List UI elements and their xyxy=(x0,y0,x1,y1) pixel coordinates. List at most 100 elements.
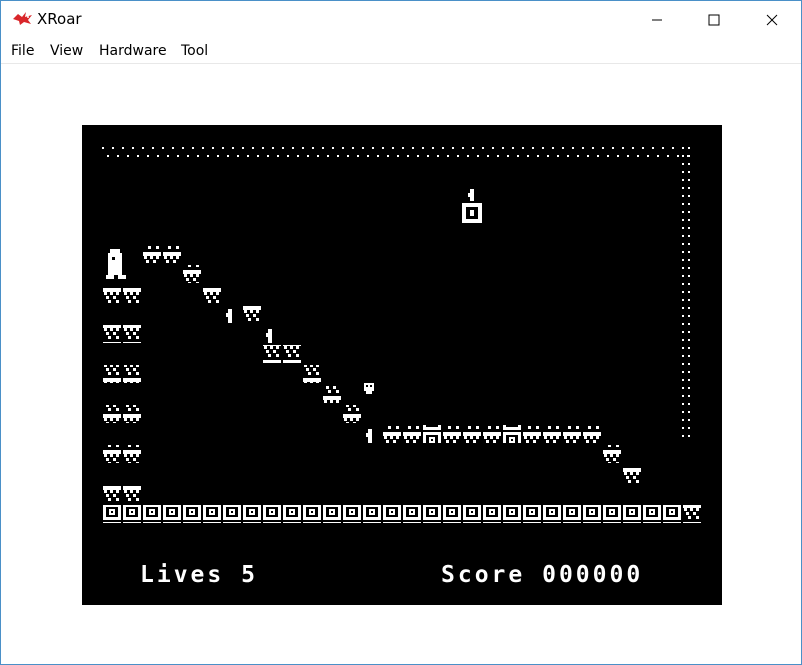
border-dot xyxy=(317,155,319,157)
menu-view[interactable]: View xyxy=(50,43,83,59)
border-dot xyxy=(662,147,664,149)
border-dot xyxy=(688,427,690,429)
border-dot xyxy=(688,395,690,397)
border-dot xyxy=(392,147,394,149)
border-dot xyxy=(407,155,409,157)
border-dot xyxy=(688,347,690,349)
border-dot xyxy=(682,347,684,349)
border-dot xyxy=(242,147,244,149)
key-icon xyxy=(226,309,232,323)
border-dot xyxy=(442,147,444,149)
border-dot xyxy=(682,323,684,325)
border-dot xyxy=(302,147,304,149)
title-bar[interactable]: XRoar xyxy=(1,1,801,39)
border-dot xyxy=(597,155,599,157)
border-dot xyxy=(682,203,684,205)
border-dot xyxy=(562,147,564,149)
border-dot xyxy=(187,155,189,157)
menu-tool[interactable]: Tool xyxy=(181,43,208,59)
ledge-block xyxy=(102,405,142,423)
border-dot xyxy=(622,147,624,149)
border-dot xyxy=(682,403,684,405)
border-dot xyxy=(117,155,119,157)
border-dot xyxy=(688,299,690,301)
border-dot xyxy=(292,147,294,149)
border-dot xyxy=(487,155,489,157)
border-dot xyxy=(172,147,174,149)
middle-platform xyxy=(442,425,502,443)
border-dot xyxy=(517,155,519,157)
ledge-block xyxy=(102,325,142,343)
menu-hardware[interactable]: Hardware xyxy=(99,43,167,59)
border-dot xyxy=(322,147,324,149)
border-dot xyxy=(437,155,439,157)
border-dot xyxy=(688,315,690,317)
border-dot xyxy=(677,155,679,157)
border-dot xyxy=(192,147,194,149)
border-dot xyxy=(422,147,424,149)
border-dot xyxy=(282,147,284,149)
border-dot xyxy=(667,155,669,157)
border-dot xyxy=(382,147,384,149)
border-dot xyxy=(272,147,274,149)
border-dot xyxy=(312,147,314,149)
border-dot xyxy=(688,331,690,333)
border-dot xyxy=(688,419,690,421)
border-dot xyxy=(627,155,629,157)
border-dot xyxy=(688,251,690,253)
border-dot xyxy=(262,147,264,149)
close-button[interactable] xyxy=(743,1,801,39)
border-dot xyxy=(232,147,234,149)
border-dot xyxy=(688,275,690,277)
border-dot xyxy=(602,147,604,149)
border-dot xyxy=(137,155,139,157)
emulator-screen[interactable]: Lives 5 Score 000000 xyxy=(82,125,722,605)
border-dot xyxy=(682,147,684,149)
border-dot xyxy=(612,147,614,149)
border-dot xyxy=(682,163,684,165)
border-dot xyxy=(587,155,589,157)
border-dot xyxy=(462,147,464,149)
border-dot xyxy=(557,155,559,157)
border-dot xyxy=(688,379,690,381)
border-dot xyxy=(688,259,690,261)
border-dot xyxy=(592,147,594,149)
menu-file[interactable]: File xyxy=(11,43,34,59)
border-dot xyxy=(688,211,690,213)
border-dot xyxy=(688,203,690,205)
border-dot xyxy=(197,155,199,157)
border-dot xyxy=(112,147,114,149)
key-icon xyxy=(266,329,272,343)
border-dot xyxy=(682,251,684,253)
score-display: Score 000000 xyxy=(441,562,643,588)
stair-block xyxy=(242,305,262,323)
minimize-button[interactable] xyxy=(628,1,686,39)
border-dot xyxy=(177,155,179,157)
border-dot xyxy=(247,155,249,157)
close-icon xyxy=(766,14,778,26)
border-dot xyxy=(682,355,684,357)
ledge-block xyxy=(102,365,142,383)
border-dot xyxy=(387,155,389,157)
border-dot xyxy=(682,427,684,429)
maximize-button[interactable] xyxy=(685,1,743,39)
border-dot xyxy=(202,147,204,149)
border-dot xyxy=(688,291,690,293)
border-dot xyxy=(682,331,684,333)
dragon-icon xyxy=(13,12,32,25)
border-dot xyxy=(682,419,684,421)
stair-block xyxy=(602,445,622,463)
border-dot xyxy=(327,155,329,157)
stair-block xyxy=(202,285,222,303)
border-dot xyxy=(307,155,309,157)
floor-end-block xyxy=(682,505,702,523)
score-label: Score xyxy=(441,562,526,588)
border-dot xyxy=(457,155,459,157)
border-dot xyxy=(682,411,684,413)
border-dot xyxy=(532,147,534,149)
border-dot xyxy=(157,155,159,157)
stair-block xyxy=(342,405,362,423)
border-dot xyxy=(432,147,434,149)
border-dot xyxy=(512,147,514,149)
border-dot xyxy=(352,147,354,149)
